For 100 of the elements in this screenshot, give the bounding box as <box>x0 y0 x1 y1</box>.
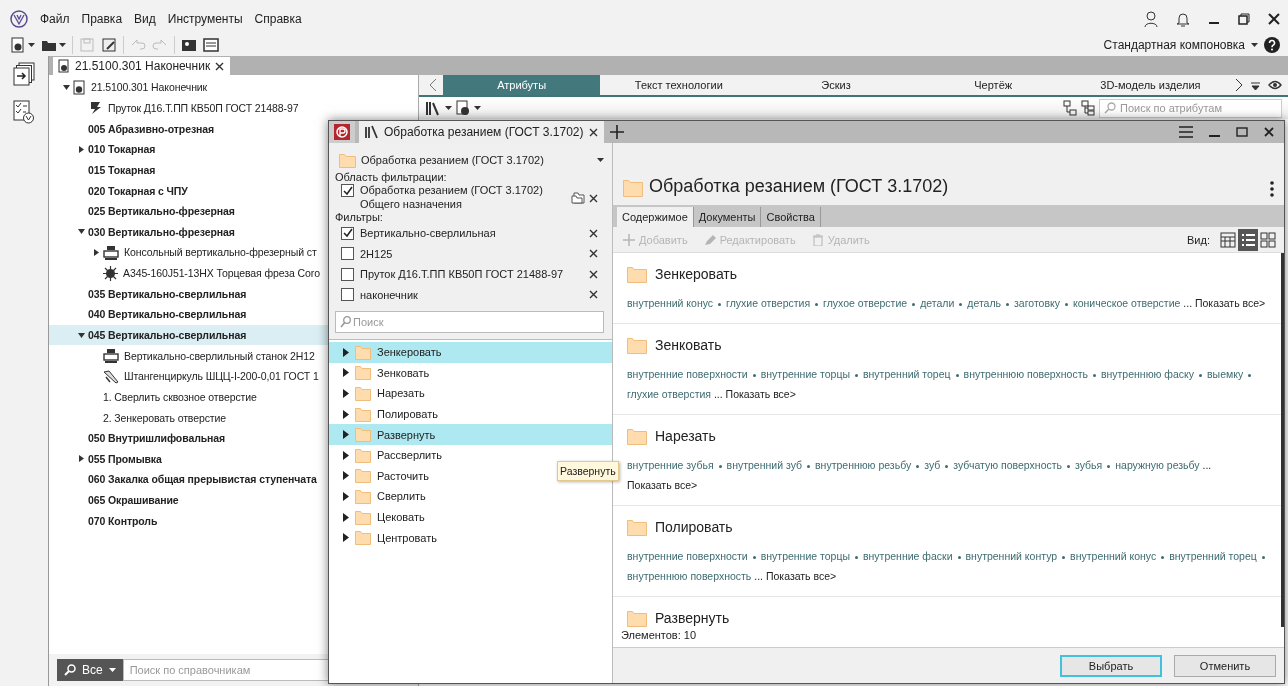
scope-dropdown[interactable]: Все <box>57 659 123 681</box>
tag-link[interactable]: внутреннюю резьбу <box>815 459 912 471</box>
tree-item[interactable]: 040 Вертикально-сверлильная <box>88 308 247 321</box>
expanded-arrow-icon[interactable] <box>77 332 85 338</box>
close-icon[interactable] <box>588 127 598 137</box>
remove-icon[interactable] <box>589 290 598 300</box>
expand-arrow-icon[interactable] <box>343 409 349 419</box>
tag-link[interactable]: внутренний конус <box>1070 550 1157 562</box>
tag-link[interactable]: внутренний торец <box>1169 550 1257 562</box>
show-all-link[interactable]: Показать все> <box>1194 297 1266 309</box>
remove-icon[interactable] <box>589 228 598 238</box>
folder-item[interactable]: Нарезать <box>377 387 425 400</box>
checkbox[interactable] <box>341 288 354 302</box>
close-icon[interactable] <box>215 61 225 71</box>
view-tab[interactable]: 3D-модель изделия <box>1071 75 1229 95</box>
tag-link[interactable]: внутренний контур <box>965 550 1058 562</box>
item-title[interactable]: Развернуть <box>655 610 730 626</box>
tag-link[interactable]: внутренние торцы <box>760 368 850 380</box>
tree-item[interactable]: 010 Токарная <box>88 143 156 156</box>
catalog-dropdown[interactable]: Обработка резанием (ГОСТ 3.1702) <box>335 149 604 171</box>
tree-item[interactable]: 020 Токарная с ЧПУ <box>88 184 188 197</box>
expand-arrow-icon[interactable] <box>343 533 349 543</box>
tree-item[interactable]: А345-160J51-13НХ Торцевая фреза Coro <box>123 267 320 280</box>
remove-icon[interactable] <box>589 193 598 203</box>
menu-icon[interactable] <box>1179 126 1193 138</box>
tree-item[interactable]: 2. Зенкеровать отверстие <box>103 411 227 424</box>
tag-link[interactable]: зубья <box>1075 459 1103 471</box>
checkbox[interactable] <box>341 247 354 261</box>
tag-link[interactable]: коническое отверстие <box>1072 297 1181 309</box>
tag-link[interactable]: внутренние торцы <box>760 550 850 562</box>
collapsed-arrow-icon[interactable] <box>78 455 84 463</box>
eye-icon[interactable] <box>1268 80 1282 90</box>
item-title[interactable]: Нарезать <box>655 428 716 444</box>
tag-link[interactable]: деталь <box>967 297 1002 309</box>
folder-item[interactable]: Центровать <box>377 531 437 544</box>
tree-item[interactable]: 025 Вертикально-фрезерная <box>88 205 235 218</box>
caret-icon[interactable] <box>1251 43 1258 47</box>
overflow-icon[interactable] <box>1251 80 1260 90</box>
menu-item[interactable]: Инструменты <box>167 12 243 26</box>
expanded-arrow-icon[interactable] <box>77 229 85 235</box>
tree-item[interactable]: Пруток Д16.Т.ПП КВ50П ГОСТ 21488-97 <box>108 101 299 114</box>
checkbox[interactable] <box>341 226 354 240</box>
tree-item[interactable]: 060 Закалка общая прерывистая ступенчата <box>88 473 317 486</box>
add-tab-icon[interactable] <box>609 125 624 139</box>
tree-item[interactable]: 035 Вертикально-сверлильная <box>88 287 247 300</box>
restore-icon[interactable] <box>1238 13 1250 25</box>
tag-link[interactable]: внутреннюю поверхность <box>963 368 1088 380</box>
tree-item[interactable]: Консольный вертикально-фрезерный ст <box>124 246 317 259</box>
tree-item[interactable]: 055 Промывка <box>88 452 162 465</box>
checklist-icon[interactable] <box>13 100 35 124</box>
tree-item[interactable]: Штангенциркуль ШЦЦ-I-200-0,01 ГОСТ 1 <box>124 370 319 383</box>
menu-item[interactable]: Файл <box>40 12 70 26</box>
menu-item[interactable]: Правка <box>81 12 123 26</box>
menu-item[interactable]: Справка <box>254 12 302 26</box>
caret-icon[interactable] <box>59 43 66 47</box>
tag-link[interactable]: зуб <box>924 459 941 471</box>
folder-item[interactable]: Расточить <box>377 469 430 482</box>
checkbox[interactable] <box>341 267 354 281</box>
checkbox[interactable] <box>341 184 354 197</box>
view-tab[interactable]: Эскиз <box>757 75 915 95</box>
tag-link[interactable]: детали <box>920 297 955 309</box>
bell-icon[interactable] <box>1176 11 1190 27</box>
folder-item[interactable]: Сверлить <box>377 490 426 503</box>
tree-item[interactable]: 065 Окрашивание <box>88 494 179 507</box>
tag-link[interactable]: зубчатую поверхность <box>953 459 1062 471</box>
tree-item[interactable]: 21.5100.301 Наконечник <box>91 81 208 94</box>
content-tab[interactable]: Документы <box>693 207 762 227</box>
tree-item[interactable]: 030 Вертикально-фрезерная <box>88 225 235 238</box>
tag-link[interactable]: внутреннюю поверхность <box>627 570 752 582</box>
show-all-link[interactable]: Показать все> <box>627 479 698 491</box>
remove-icon[interactable] <box>589 269 598 279</box>
caret-icon[interactable] <box>445 106 452 110</box>
card-icon[interactable] <box>181 37 197 53</box>
tree-expand-icon[interactable] <box>1081 100 1095 116</box>
collapsed-arrow-icon[interactable] <box>93 248 99 256</box>
expand-arrow-icon[interactable] <box>343 512 349 522</box>
collapsed-arrow-icon[interactable] <box>78 145 84 153</box>
remove-icon[interactable] <box>589 249 598 259</box>
tag-link[interactable]: наружную резьбу <box>1115 459 1200 471</box>
show-all-link[interactable]: Показать все> <box>765 570 837 582</box>
dialog-button[interactable]: Выбрать <box>1060 654 1162 677</box>
content-tab[interactable]: Содержимое <box>617 207 694 227</box>
view-tab[interactable]: Атрибуты <box>443 75 601 95</box>
tree-collapse-icon[interactable] <box>1063 100 1077 116</box>
new-document-icon[interactable] <box>10 37 26 53</box>
close-icon[interactable] <box>1268 13 1280 25</box>
caret-icon[interactable] <box>28 43 35 47</box>
show-all-link[interactable]: Показать все> <box>725 388 796 400</box>
document-tab[interactable]: 21.5100.301 Наконечник <box>53 57 231 75</box>
tree-item[interactable]: 070 Контроль <box>88 514 158 527</box>
expand-arrow-icon[interactable] <box>343 347 349 357</box>
save-as-icon[interactable] <box>101 37 117 53</box>
menu-item[interactable]: Вид <box>134 12 156 26</box>
tree-item[interactable]: 050 Внутришлифовальная <box>88 432 226 445</box>
tag-link[interactable]: внутренние поверхности <box>627 550 748 562</box>
tag-link[interactable]: заготовку <box>1014 297 1060 309</box>
dialog-button[interactable]: Отменить <box>1174 654 1276 677</box>
tag-link[interactable]: глухое отверстие <box>823 297 908 309</box>
view-tab[interactable]: Чертёж <box>914 75 1072 95</box>
folder-item[interactable]: Развернуть <box>377 428 436 441</box>
